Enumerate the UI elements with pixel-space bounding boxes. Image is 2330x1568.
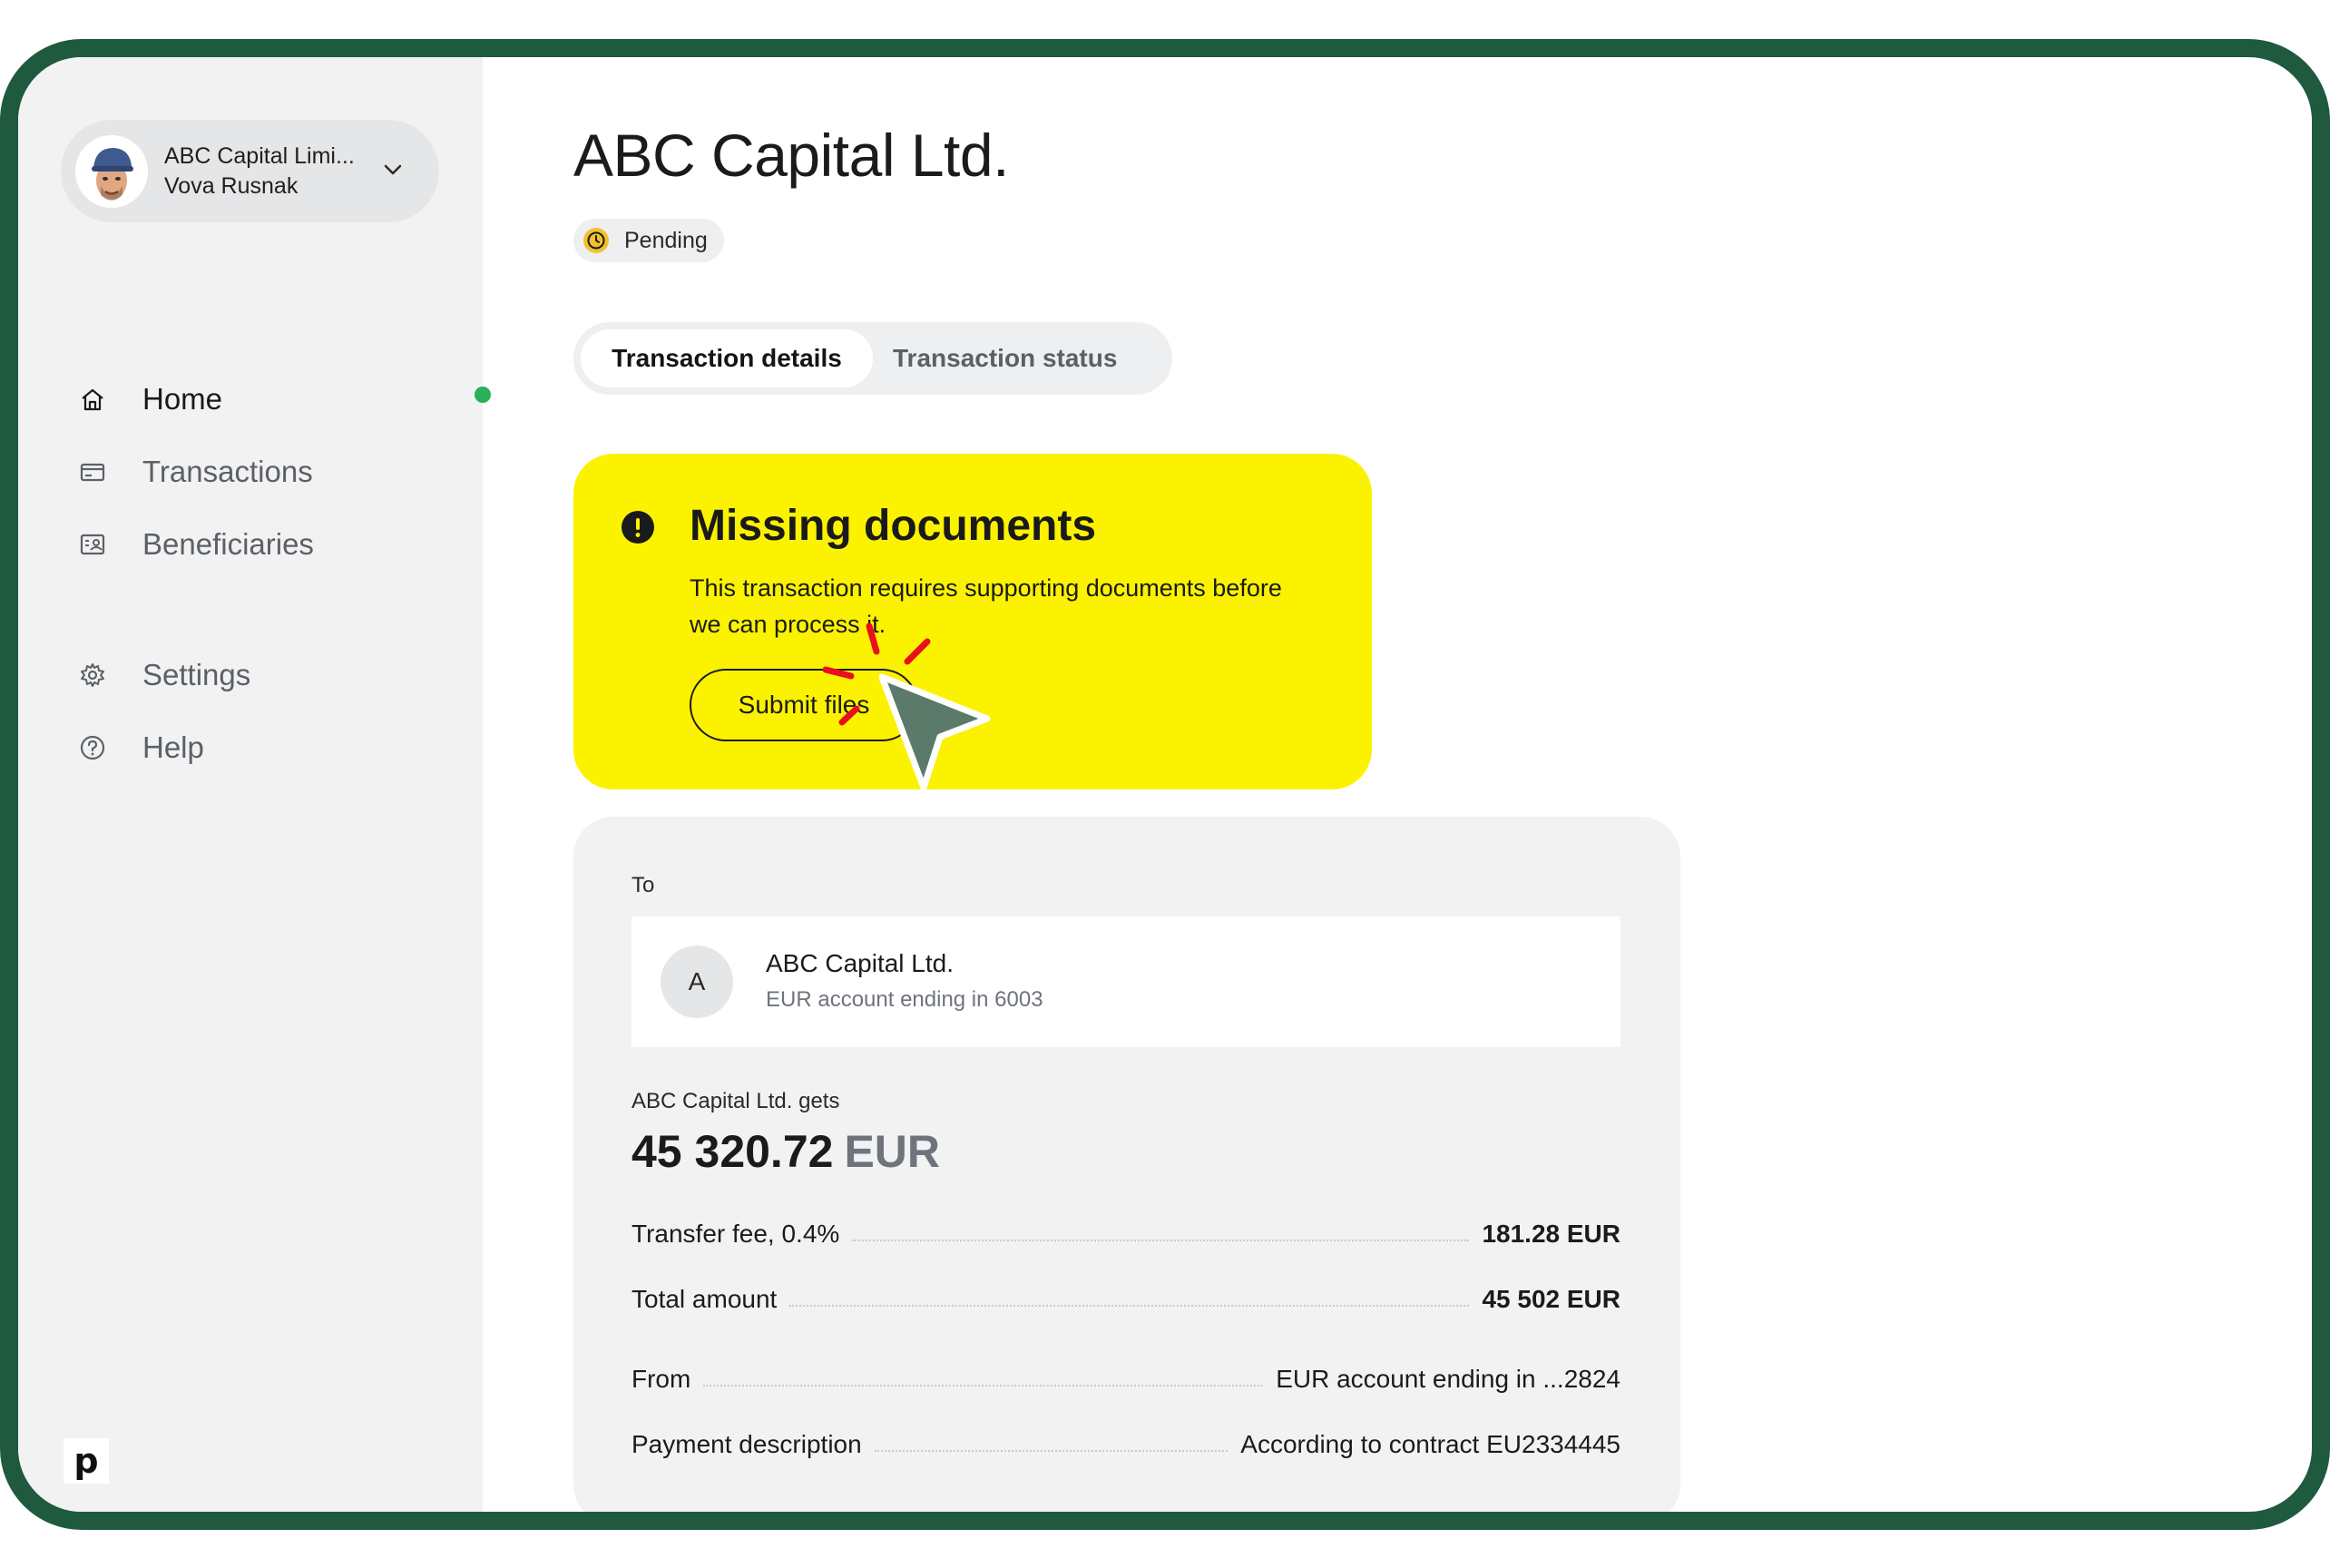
detail-value: 181.28 EUR	[1482, 1220, 1620, 1248]
recipient-card[interactable]: A ABC Capital Ltd. EUR account ending in…	[631, 916, 1620, 1047]
help-icon	[76, 731, 109, 764]
detail-row-from: From EUR account ending in ...2824	[631, 1361, 1620, 1397]
amount-value: 45 320.72 EUR	[631, 1125, 940, 1178]
alert-title: Missing documents	[690, 502, 1097, 550]
sidebar-item-transactions[interactable]: Transactions	[76, 449, 313, 495]
detail-key: Payment description	[631, 1430, 862, 1458]
brand-logo: p	[64, 1438, 109, 1484]
sidebar: ABC Capital Limi... Vova Rusnak Home Tra…	[18, 57, 483, 1512]
amount-currency: EUR	[844, 1126, 941, 1177]
device-frame: ABC Capital Limi... Vova Rusnak Home Tra…	[0, 39, 2330, 1530]
recipient-name: ABC Capital Ltd.	[766, 949, 954, 977]
detail-value: EUR account ending in ...2824	[1276, 1365, 1620, 1393]
clock-icon	[583, 228, 609, 253]
main-content: ABC Capital Ltd. Pending Transaction det…	[483, 57, 2312, 1512]
exclamation-icon	[622, 511, 654, 544]
sidebar-item-settings[interactable]: Settings	[76, 652, 250, 698]
dotted-leader	[852, 1240, 1470, 1241]
contacts-icon	[76, 528, 109, 561]
gets-label: ABC Capital Ltd. gets	[631, 1089, 840, 1113]
detail-row-description: Payment description According to contrac…	[631, 1426, 1620, 1463]
detail-value: According to contract EU2334445	[1240, 1430, 1620, 1458]
card-icon	[76, 456, 109, 488]
recipient-account: EUR account ending in 6003	[766, 987, 1043, 1012]
status-badge: Pending	[573, 219, 724, 262]
sidebar-item-label: Help	[142, 730, 204, 764]
chevron-down-icon	[384, 164, 402, 175]
dotted-leader	[703, 1385, 1264, 1387]
status-text: Pending	[624, 227, 708, 253]
app: ABC Capital Limi... Vova Rusnak Home Tra…	[18, 57, 2312, 1512]
account-switcher[interactable]: ABC Capital Limi... Vova Rusnak	[61, 120, 439, 222]
sidebar-item-label: Settings	[142, 658, 251, 691]
detail-key: Transfer fee, 0.4%	[631, 1220, 840, 1248]
to-label: To	[631, 873, 655, 897]
gear-icon	[76, 659, 109, 691]
alert-text: This transaction requires supporting doc…	[690, 574, 1282, 638]
detail-row-fee: Transfer fee, 0.4% 181.28 EUR	[631, 1216, 1620, 1252]
account-user-name: Vova Rusnak	[164, 172, 299, 199]
dotted-leader	[874, 1450, 1229, 1452]
detail-key: Total amount	[631, 1285, 778, 1313]
account-org-name: ABC Capital Limi...	[164, 142, 355, 169]
home-icon	[76, 383, 109, 416]
sidebar-item-home[interactable]: Home	[76, 377, 222, 422]
amount-number: 45 320.72	[631, 1126, 834, 1177]
recipient-avatar: A	[661, 946, 733, 1018]
sidebar-item-label: Home	[142, 382, 223, 416]
sidebar-item-label: Transactions	[142, 455, 313, 488]
sidebar-item-beneficiaries[interactable]: Beneficiaries	[76, 522, 314, 567]
transaction-details-card: To A ABC Capital Ltd. EUR account ending…	[573, 817, 1680, 1512]
page-title: ABC Capital Ltd.	[573, 122, 1009, 189]
detail-row-total: Total amount 45 502 EUR	[631, 1281, 1620, 1318]
tab-transaction-details[interactable]: Transaction details	[581, 329, 873, 387]
detail-key: From	[631, 1365, 691, 1393]
dotted-leader	[789, 1305, 1470, 1307]
sidebar-item-help[interactable]: Help	[76, 725, 204, 770]
sidebar-item-label: Beneficiaries	[142, 527, 314, 561]
tab-bar: Transaction details Transaction status	[573, 322, 1172, 395]
avatar	[75, 134, 148, 208]
mouse-pointer-icon	[878, 673, 991, 791]
tab-transaction-status[interactable]: Transaction status	[873, 329, 1117, 387]
detail-value: 45 502 EUR	[1482, 1285, 1620, 1313]
